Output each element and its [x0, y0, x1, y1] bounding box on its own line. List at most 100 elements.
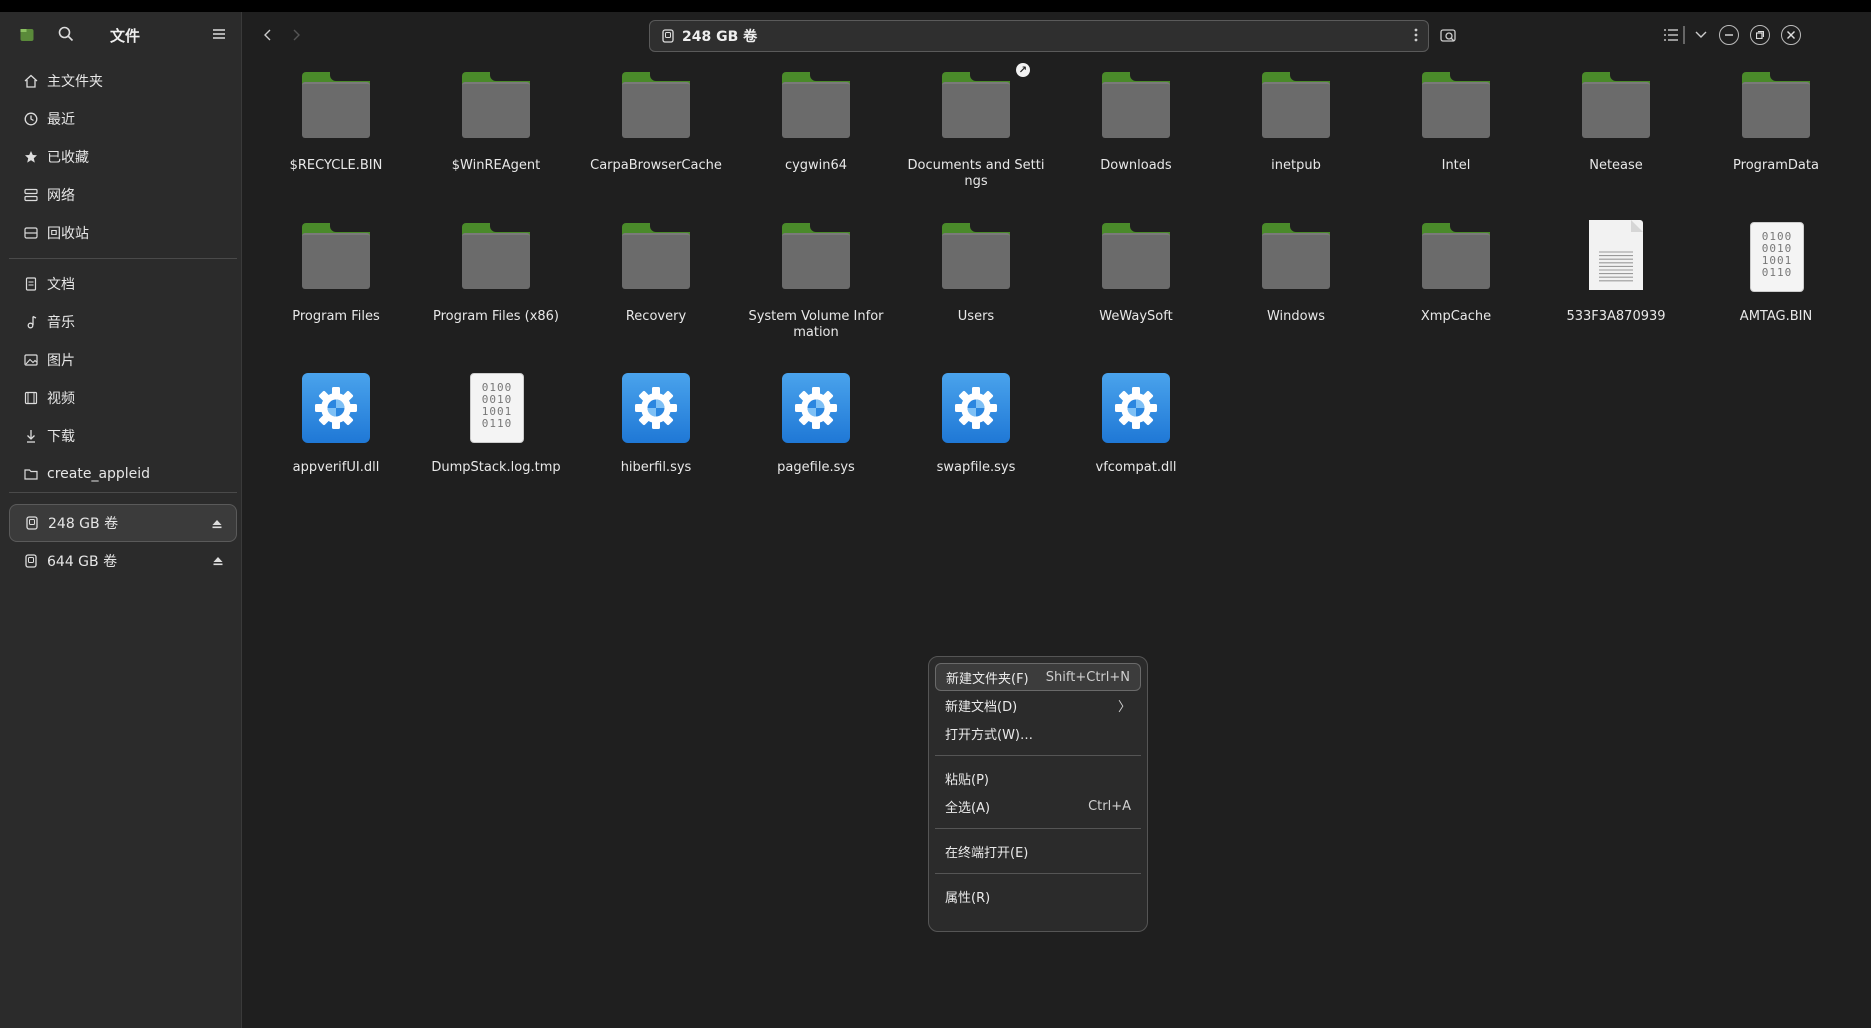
forward-button[interactable] [286, 25, 306, 45]
list-view-icon[interactable] [1660, 24, 1682, 46]
search-icon[interactable] [58, 26, 74, 46]
file-item[interactable]: appverifUI.dll [266, 362, 406, 476]
file-item[interactable]: Program Files [266, 211, 406, 325]
file-item[interactable]: CarpaBrowserCache [586, 60, 726, 174]
context-menu-item[interactable]: 新建文件夹(F) Shift+Ctrl+N [935, 663, 1141, 691]
sidebar-item-places-2[interactable]: 已收藏 [9, 138, 237, 176]
file-item[interactable]: WeWaySoft [1066, 211, 1206, 325]
sidebar-item-bookmarks-0[interactable]: 文档 [9, 265, 237, 303]
file-name: DumpStack.log.tmp [431, 460, 561, 475]
folder-icon [1102, 71, 1170, 138]
context-menu-item[interactable]: 粘贴(P) [935, 764, 1141, 792]
file-name: Intel [1441, 158, 1471, 173]
file-item[interactable]: Netease [1546, 60, 1686, 174]
app-title: 文件 [110, 27, 141, 45]
restore-button[interactable] [1750, 25, 1770, 45]
search-location-icon[interactable] [1438, 24, 1460, 46]
folder-icon [1582, 71, 1650, 138]
network-icon [23, 187, 39, 203]
folder-icon [1102, 222, 1170, 289]
binary-file-icon: 0100 0010 1001 0110 [1750, 222, 1804, 292]
folder-icon [1262, 71, 1330, 138]
context-menu-item[interactable]: 打开方式(W)… [935, 719, 1141, 747]
file-item[interactable]: cygwin64 [746, 60, 886, 174]
menu-item-label: 打开方式(W)… [945, 727, 1033, 743]
sidebar-separator [9, 492, 237, 493]
file-item[interactable]: vfcompat.dll [1066, 362, 1206, 476]
file-name: cygwin64 [784, 158, 848, 173]
sidebar-separator [9, 258, 237, 259]
sidebar-item-drives-0[interactable]: 248 GB 卷 [9, 504, 237, 542]
context-menu-item[interactable]: 在终端打开(E) [935, 837, 1141, 865]
sidebar-item-places-0[interactable]: 主文件夹 [9, 62, 237, 100]
drive-icon [24, 515, 40, 531]
back-button[interactable] [258, 25, 278, 45]
drive-icon [23, 553, 39, 569]
file-item[interactable]: swapfile.sys [906, 362, 1046, 476]
main-view: 248 GB 卷 $RECYCLE.BIN $WinREAgent CarpaB… [242, 12, 1871, 1028]
sidebar-item-label: 视频 [47, 391, 75, 407]
folder-icon [942, 71, 1010, 138]
file-item[interactable]: Windows [1226, 211, 1366, 325]
sidebar-item-bookmarks-3[interactable]: 视频 [9, 379, 237, 417]
bookmarks-list: 文档 音乐 图片视频下载 create_appleid [9, 265, 237, 493]
gear-icon [942, 373, 1010, 443]
folder-icon [302, 222, 370, 289]
file-item[interactable]: XmpCache [1386, 211, 1526, 325]
sidebar-item-places-3[interactable]: 网络 [9, 176, 237, 214]
file-name: Documents and Settings [907, 158, 1045, 189]
context-menu-item[interactable]: 属性(R) [935, 882, 1141, 910]
sidebar-item-drives-1[interactable]: 644 GB 卷 [9, 542, 237, 580]
file-item[interactable]: hiberfil.sys [586, 362, 726, 476]
minimize-button[interactable] [1719, 25, 1739, 45]
sidebar-item-bookmarks-5[interactable]: create_appleid [9, 455, 237, 493]
sidebar-item-label: 已收藏 [47, 150, 89, 166]
sidebar-item-places-1[interactable]: 最近 [9, 100, 237, 138]
file-name: 533F3A870939 [1566, 309, 1666, 324]
file-item[interactable]: ProgramData [1706, 60, 1846, 174]
menu-item-label: 粘贴(P) [945, 772, 989, 788]
hamburger-menu-icon[interactable] [212, 26, 226, 45]
trash-icon [23, 225, 39, 241]
file-item[interactable]: Recovery [586, 211, 726, 325]
header-separator [1683, 26, 1685, 44]
sidebar-item-places-4[interactable]: 回收站 [9, 214, 237, 252]
sidebar-item-bookmarks-1[interactable]: 音乐 [9, 303, 237, 341]
file-name: Program Files [292, 309, 380, 324]
file-item[interactable]: $RECYCLE.BIN [266, 60, 406, 174]
file-item[interactable]: Downloads [1066, 60, 1206, 174]
sidebar-item-bookmarks-4[interactable]: 下载 [9, 417, 237, 455]
eject-icon[interactable] [212, 517, 222, 533]
menu-item-label: 新建文件夹(F) [946, 671, 1029, 687]
star-icon [23, 149, 39, 165]
folder-icon [782, 222, 850, 289]
eject-icon[interactable] [213, 554, 223, 570]
document-icon [23, 276, 39, 292]
folder-icon [23, 466, 39, 482]
file-item[interactable]: System Volume Information [746, 211, 886, 341]
sidebar-item-bookmarks-2[interactable]: 图片 [9, 341, 237, 379]
file-item[interactable]: 0100 0010 1001 0110 DumpStack.log.tmp [426, 362, 566, 476]
context-menu-item[interactable]: 全选(A) Ctrl+A [935, 792, 1141, 820]
path-bar[interactable]: 248 GB 卷 [649, 20, 1429, 52]
file-item[interactable]: ↗ Documents and Settings [906, 60, 1046, 190]
file-name: pagefile.sys [777, 460, 855, 475]
file-item[interactable]: $WinREAgent [426, 60, 566, 174]
sidebar-item-label: 248 GB 卷 [48, 516, 119, 532]
path-menu-icon[interactable] [1414, 27, 1418, 46]
chevron-down-icon[interactable] [1690, 24, 1712, 46]
menu-item-shortcut: Shift+Ctrl+N [1045, 669, 1130, 685]
file-item[interactable]: Users [906, 211, 1046, 325]
context-menu-item[interactable]: 新建文档(D) 〉 [935, 691, 1141, 719]
file-item[interactable]: inetpub [1226, 60, 1366, 174]
file-item[interactable]: Program Files (x86) [426, 211, 566, 325]
close-button[interactable] [1781, 25, 1801, 45]
file-item[interactable]: pagefile.sys [746, 362, 886, 476]
file-item[interactable]: 533F3A870939 [1546, 211, 1686, 325]
folder-icon [942, 222, 1010, 289]
file-item[interactable]: Intel [1386, 60, 1526, 174]
file-name: System Volume Information [748, 309, 884, 340]
sidebar-header: 文件 [0, 12, 241, 56]
file-item[interactable]: 0100 0010 1001 0110 AMTAG.BIN [1706, 211, 1846, 325]
clock-icon [23, 111, 39, 127]
